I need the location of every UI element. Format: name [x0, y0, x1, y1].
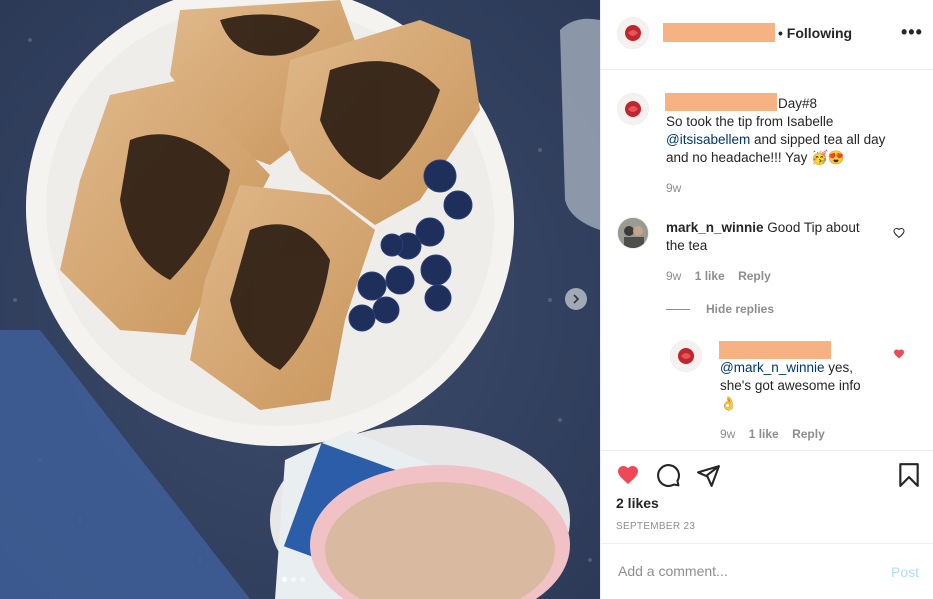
reply-meta: 9w 1 like Reply	[720, 427, 825, 441]
post-comment-button[interactable]: Post	[891, 564, 919, 580]
carousel-dot	[291, 577, 296, 582]
comment-meta: 9w 1 like Reply	[666, 269, 771, 283]
caption-line1: So took the tip from Isabelle	[666, 114, 834, 129]
comment-text: Good Tip about	[763, 220, 860, 235]
post-side-panel: • Following ••• Day#8 So took the tip fr…	[600, 0, 933, 599]
post-date[interactable]: SEPTEMBER 23	[616, 521, 695, 532]
author-avatar[interactable]	[617, 17, 649, 49]
reply-body: @mark_n_winnie yes, she's got awesome in…	[720, 359, 890, 413]
comment-reply-button[interactable]: Reply	[738, 269, 771, 283]
action-bar	[601, 450, 933, 487]
photo-illustration	[0, 0, 600, 599]
add-comment-bar: Post	[601, 543, 933, 599]
following-label[interactable]: • Following	[778, 25, 852, 41]
post-photo[interactable]	[0, 0, 600, 599]
caption-mention-link[interactable]: @itsisabellem	[666, 132, 750, 147]
reply-avatar[interactable]	[670, 340, 702, 372]
comment-icon[interactable]	[656, 463, 681, 488]
chevron-right-icon	[573, 294, 580, 304]
like-heart-icon[interactable]	[615, 463, 641, 487]
post-header: • Following •••	[601, 0, 933, 70]
commenter-avatar[interactable]	[617, 217, 649, 249]
comment-username[interactable]: mark_n_winnie	[666, 220, 764, 235]
comment-like-heart-icon[interactable]	[893, 227, 905, 239]
redacted-caption-username[interactable]	[665, 93, 777, 111]
comment-likes[interactable]: 1 like	[695, 269, 725, 283]
carousel-indicator	[282, 577, 305, 582]
likes-count[interactable]: 2 likes	[616, 495, 659, 511]
more-options-icon[interactable]: •••	[901, 22, 923, 43]
caption-line2: and sipped tea all day	[750, 132, 886, 147]
redacted-username[interactable]	[663, 23, 775, 42]
reply-liked-heart-icon[interactable]	[893, 348, 905, 360]
reply-time[interactable]: 9w	[720, 427, 735, 441]
hide-replies-button[interactable]: Hide replies	[706, 302, 774, 316]
redacted-reply-username[interactable]	[719, 341, 831, 359]
caption-day-tag: Day#8	[778, 96, 818, 111]
avatar-image	[618, 218, 648, 248]
carousel-dot	[300, 577, 305, 582]
avatar-image	[618, 94, 648, 124]
carousel-dot	[282, 577, 287, 582]
carousel-next-button[interactable]	[565, 288, 587, 310]
comment-text-line2: the tea	[666, 238, 708, 253]
avatar-image	[618, 18, 648, 48]
comment-time[interactable]: 9w	[666, 269, 681, 283]
caption-line3: and no headache!!! Yay 🥳😍	[666, 150, 845, 165]
add-comment-input[interactable]	[616, 562, 870, 580]
caption-timestamp[interactable]: 9w	[666, 181, 681, 195]
reply-text: yes,	[824, 360, 854, 375]
reply-likes[interactable]: 1 like	[749, 427, 779, 441]
reply-emoji: 👌	[720, 396, 737, 411]
reply-text-line2: she's got awesome info	[720, 378, 861, 393]
reply-mention-link[interactable]: @mark_n_winnie	[720, 360, 825, 375]
caption-avatar[interactable]	[617, 93, 649, 125]
comment-body: mark_n_winnie Good Tip about the tea	[666, 219, 891, 255]
hide-replies-divider	[666, 309, 690, 310]
reply-reply-button[interactable]: Reply	[792, 427, 825, 441]
avatar-image	[671, 341, 701, 371]
save-bookmark-icon[interactable]	[898, 462, 920, 488]
share-icon[interactable]	[696, 463, 721, 488]
caption-text: So took the tip from Isabelle @itsisabel…	[666, 113, 916, 167]
